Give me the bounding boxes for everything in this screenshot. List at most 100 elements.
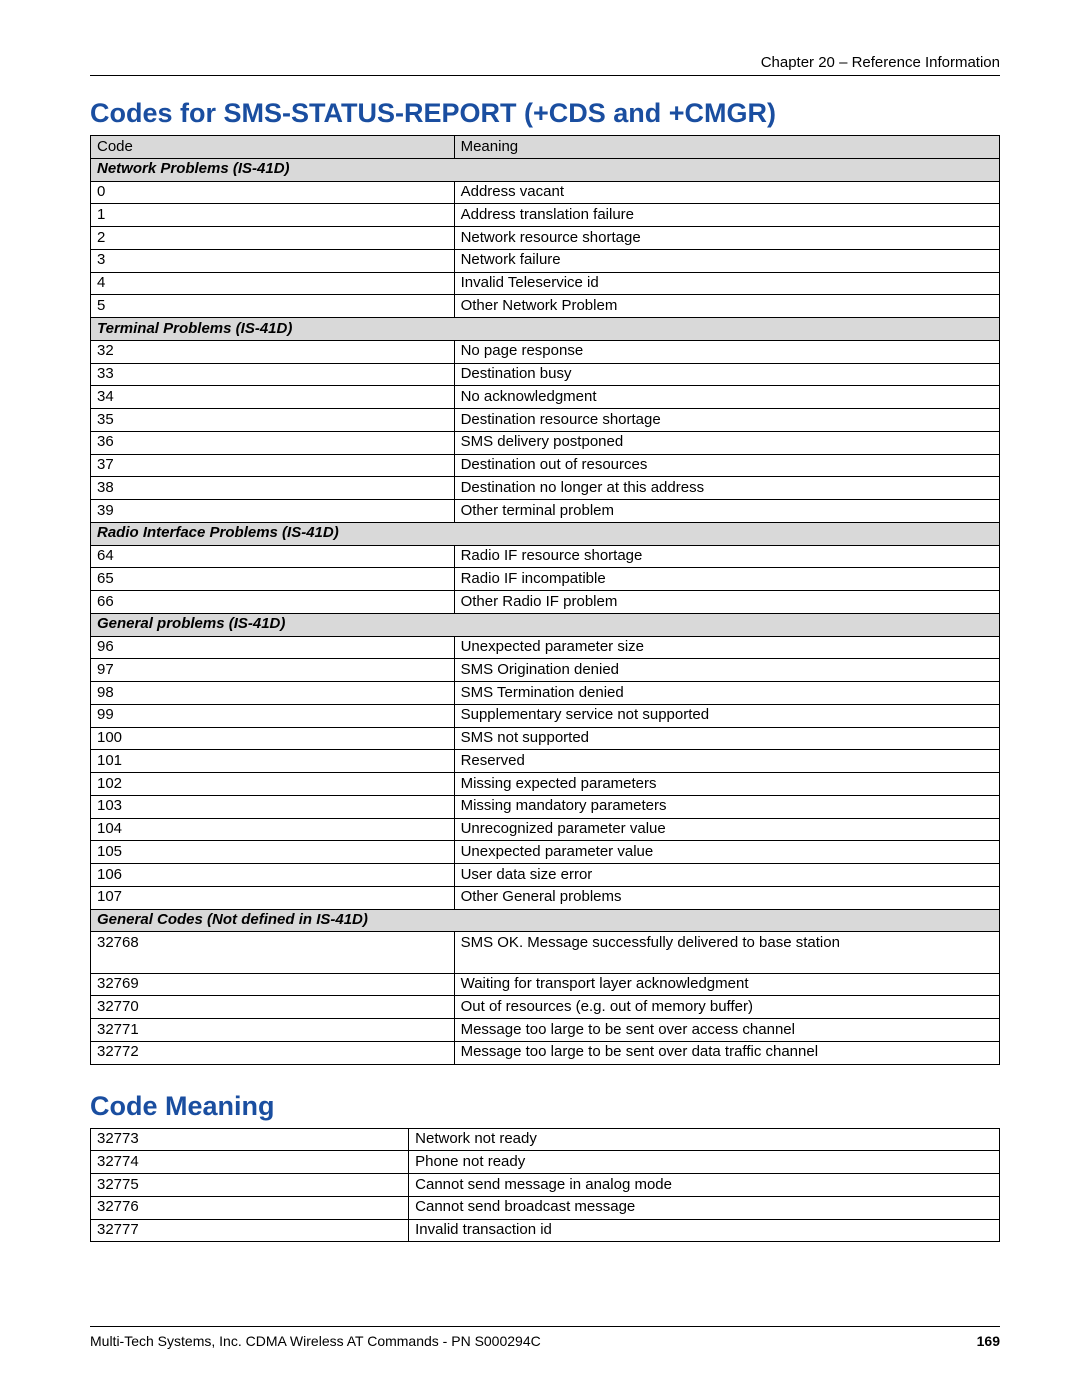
- table-row: 97SMS Origination denied: [91, 659, 1000, 682]
- cell-meaning: SMS OK. Message successfully delivered t…: [454, 932, 999, 973]
- cell-code: 103: [91, 795, 455, 818]
- cell-meaning: Destination no longer at this address: [454, 477, 999, 500]
- cell-code: 65: [91, 568, 455, 591]
- cell-code: 2: [91, 227, 455, 250]
- cell-code: 105: [91, 841, 455, 864]
- cell-code: 97: [91, 659, 455, 682]
- col-header-code: Code: [91, 136, 455, 159]
- footer-rule: [90, 1326, 1000, 1327]
- table-row: 32774Phone not ready: [91, 1151, 1000, 1174]
- section-header-row: Terminal Problems (IS-41D): [91, 318, 1000, 341]
- cell-code: 34: [91, 386, 455, 409]
- cell-meaning: Address translation failure: [454, 204, 999, 227]
- cell-meaning: SMS not supported: [454, 727, 999, 750]
- cell-meaning: SMS Origination denied: [454, 659, 999, 682]
- cell-meaning: Reserved: [454, 750, 999, 773]
- cell-meaning: Other terminal problem: [454, 500, 999, 523]
- table-row: 98SMS Termination denied: [91, 682, 1000, 705]
- section-header-row: General Codes (Not defined in IS-41D): [91, 909, 1000, 932]
- cell-meaning: Invalid transaction id: [409, 1219, 1000, 1242]
- table-row: 32771Message too large to be sent over a…: [91, 1019, 1000, 1042]
- table-row: 1Address translation failure: [91, 204, 1000, 227]
- cell-meaning: Unexpected parameter size: [454, 636, 999, 659]
- table-row: 64Radio IF resource shortage: [91, 545, 1000, 568]
- table-row: 107Other General problems: [91, 886, 1000, 909]
- cell-meaning: Supplementary service not supported: [454, 704, 999, 727]
- cell-code: 3: [91, 249, 455, 272]
- cell-code: 32773: [91, 1128, 409, 1151]
- codes-table-2: 32773Network not ready32774Phone not rea…: [90, 1128, 1000, 1243]
- cell-code: 32770: [91, 996, 455, 1019]
- codes-table-1: CodeMeaningNetwork Problems (IS-41D)0Add…: [90, 135, 1000, 1065]
- cell-meaning: Missing expected parameters: [454, 773, 999, 796]
- table-row: 104Unrecognized parameter value: [91, 818, 1000, 841]
- cell-meaning: SMS delivery postponed: [454, 431, 999, 454]
- table-row: 36SMS delivery postponed: [91, 431, 1000, 454]
- section-label: Radio Interface Problems (IS-41D): [91, 522, 1000, 545]
- cell-meaning: No acknowledgment: [454, 386, 999, 409]
- cell-meaning: Missing mandatory parameters: [454, 795, 999, 818]
- cell-meaning: Address vacant: [454, 181, 999, 204]
- table-row: 105Unexpected parameter value: [91, 841, 1000, 864]
- table-row: 32777Invalid transaction id: [91, 1219, 1000, 1242]
- cell-meaning: Destination resource shortage: [454, 409, 999, 432]
- cell-meaning: Network not ready: [409, 1128, 1000, 1151]
- section-label: Terminal Problems (IS-41D): [91, 318, 1000, 341]
- table-row: 32776Cannot send broadcast message: [91, 1196, 1000, 1219]
- cell-code: 38: [91, 477, 455, 500]
- table-row: 2Network resource shortage: [91, 227, 1000, 250]
- cell-meaning: Network resource shortage: [454, 227, 999, 250]
- cell-code: 0: [91, 181, 455, 204]
- cell-meaning: Invalid Teleservice id: [454, 272, 999, 295]
- cell-code: 4: [91, 272, 455, 295]
- cell-code: 101: [91, 750, 455, 773]
- cell-code: 5: [91, 295, 455, 318]
- cell-code: 106: [91, 864, 455, 887]
- table-row: 32772Message too large to be sent over d…: [91, 1041, 1000, 1064]
- cell-meaning: Unexpected parameter value: [454, 841, 999, 864]
- table-row: 99Supplementary service not supported: [91, 704, 1000, 727]
- cell-meaning: Message too large to be sent over data t…: [454, 1041, 999, 1064]
- cell-meaning: Waiting for transport layer acknowledgme…: [454, 973, 999, 996]
- table-row: 39Other terminal problem: [91, 500, 1000, 523]
- cell-code: 66: [91, 591, 455, 614]
- cell-code: 64: [91, 545, 455, 568]
- cell-code: 32772: [91, 1041, 455, 1064]
- header-rule: [90, 75, 1000, 76]
- table-row: 3Network failure: [91, 249, 1000, 272]
- section-title-1: Codes for SMS-STATUS-REPORT (+CDS and +C…: [90, 98, 1000, 129]
- cell-code: 104: [91, 818, 455, 841]
- table-row: 0Address vacant: [91, 181, 1000, 204]
- cell-meaning: No page response: [454, 340, 999, 363]
- col-header-meaning: Meaning: [454, 136, 999, 159]
- cell-meaning: Cannot send broadcast message: [409, 1196, 1000, 1219]
- cell-code: 1: [91, 204, 455, 227]
- section-header-row: Network Problems (IS-41D): [91, 158, 1000, 181]
- cell-meaning: Radio IF incompatible: [454, 568, 999, 591]
- cell-code: 32775: [91, 1174, 409, 1197]
- cell-code: 32768: [91, 932, 455, 973]
- cell-meaning: Phone not ready: [409, 1151, 1000, 1174]
- table-row: 5Other Network Problem: [91, 295, 1000, 318]
- table-row: 100SMS not supported: [91, 727, 1000, 750]
- cell-code: 32777: [91, 1219, 409, 1242]
- cell-code: 33: [91, 363, 455, 386]
- table-row: 37Destination out of resources: [91, 454, 1000, 477]
- table-row: 101Reserved: [91, 750, 1000, 773]
- table-row: 4Invalid Teleservice id: [91, 272, 1000, 295]
- table-header-row: CodeMeaning: [91, 136, 1000, 159]
- cell-code: 102: [91, 773, 455, 796]
- section-title-2: Code Meaning: [90, 1091, 1000, 1122]
- chapter-header: Chapter 20 – Reference Information: [90, 54, 1000, 71]
- cell-meaning: Radio IF resource shortage: [454, 545, 999, 568]
- table-row: 38Destination no longer at this address: [91, 477, 1000, 500]
- cell-meaning: Cannot send message in analog mode: [409, 1174, 1000, 1197]
- cell-code: 37: [91, 454, 455, 477]
- table-row: 32775Cannot send message in analog mode: [91, 1174, 1000, 1197]
- cell-code: 107: [91, 886, 455, 909]
- table-row: 96Unexpected parameter size: [91, 636, 1000, 659]
- cell-code: 100: [91, 727, 455, 750]
- table-row: 32768SMS OK. Message successfully delive…: [91, 932, 1000, 973]
- page-footer: Multi-Tech Systems, Inc. CDMA Wireless A…: [90, 1326, 1000, 1349]
- cell-code: 96: [91, 636, 455, 659]
